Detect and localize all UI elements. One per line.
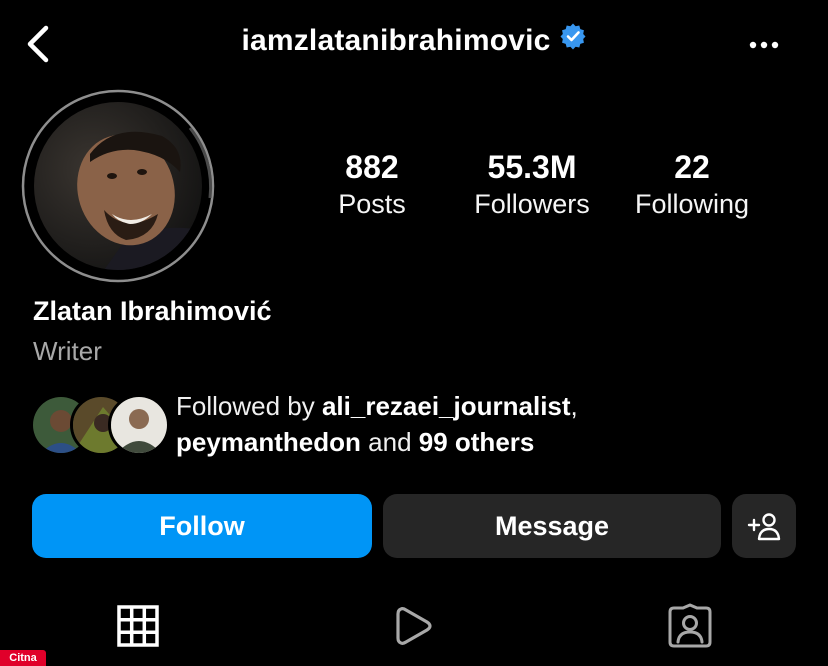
followers-count: 55.3M — [487, 149, 577, 185]
followed-by-conj: and — [360, 427, 419, 457]
following-count: 22 — [674, 149, 710, 185]
followed-by-text[interactable]: Followed by ali_rezaei_journalist, peyma… — [176, 388, 578, 460]
grid-icon — [117, 605, 159, 647]
tab-tagged[interactable] — [666, 602, 714, 650]
followers-label: Followers — [474, 189, 590, 219]
watermark-logo: Citna — [0, 650, 46, 666]
verified-badge-icon — [559, 22, 587, 58]
more-horizontal-icon — [749, 41, 779, 49]
message-button[interactable]: Message — [383, 494, 721, 558]
follow-button[interactable]: Follow — [32, 494, 372, 558]
following-label: Following — [634, 189, 750, 219]
profile-avatar[interactable] — [34, 102, 202, 270]
followed-by-prefix: Followed by — [176, 391, 322, 421]
username-text: iamzlatanibrahimovic — [241, 24, 551, 57]
more-options-button[interactable] — [744, 30, 784, 60]
profile-category: Writer — [33, 336, 102, 366]
stat-followers[interactable]: 55.3M Followers — [457, 148, 607, 222]
stat-following[interactable]: 22 Following — [617, 148, 767, 222]
mutual-avatar-3 — [108, 394, 170, 456]
mutual-user-1[interactable]: ali_rezaei_journalist — [322, 391, 571, 421]
mutual-followers-avatars[interactable] — [30, 394, 170, 456]
mutual-others[interactable]: 99 others — [419, 427, 535, 457]
posts-count: 882 — [345, 149, 399, 185]
tagged-icon — [668, 603, 712, 648]
mutual-user-2[interactable]: peymanthedon — [176, 427, 361, 457]
profile-full-name: Zlatan Ibrahimović — [33, 296, 272, 326]
stat-posts[interactable]: 882 Posts — [297, 148, 447, 222]
profile-username-header: iamzlatanibrahimovic — [0, 22, 828, 58]
reels-icon — [396, 607, 432, 645]
followed-by-separator: , — [570, 391, 578, 421]
avatar-photo — [34, 102, 202, 270]
tab-grid[interactable] — [114, 602, 162, 650]
tab-reels[interactable] — [390, 602, 438, 650]
add-person-icon — [747, 513, 781, 541]
posts-label: Posts — [338, 189, 406, 219]
suggested-accounts-button[interactable] — [732, 494, 796, 558]
